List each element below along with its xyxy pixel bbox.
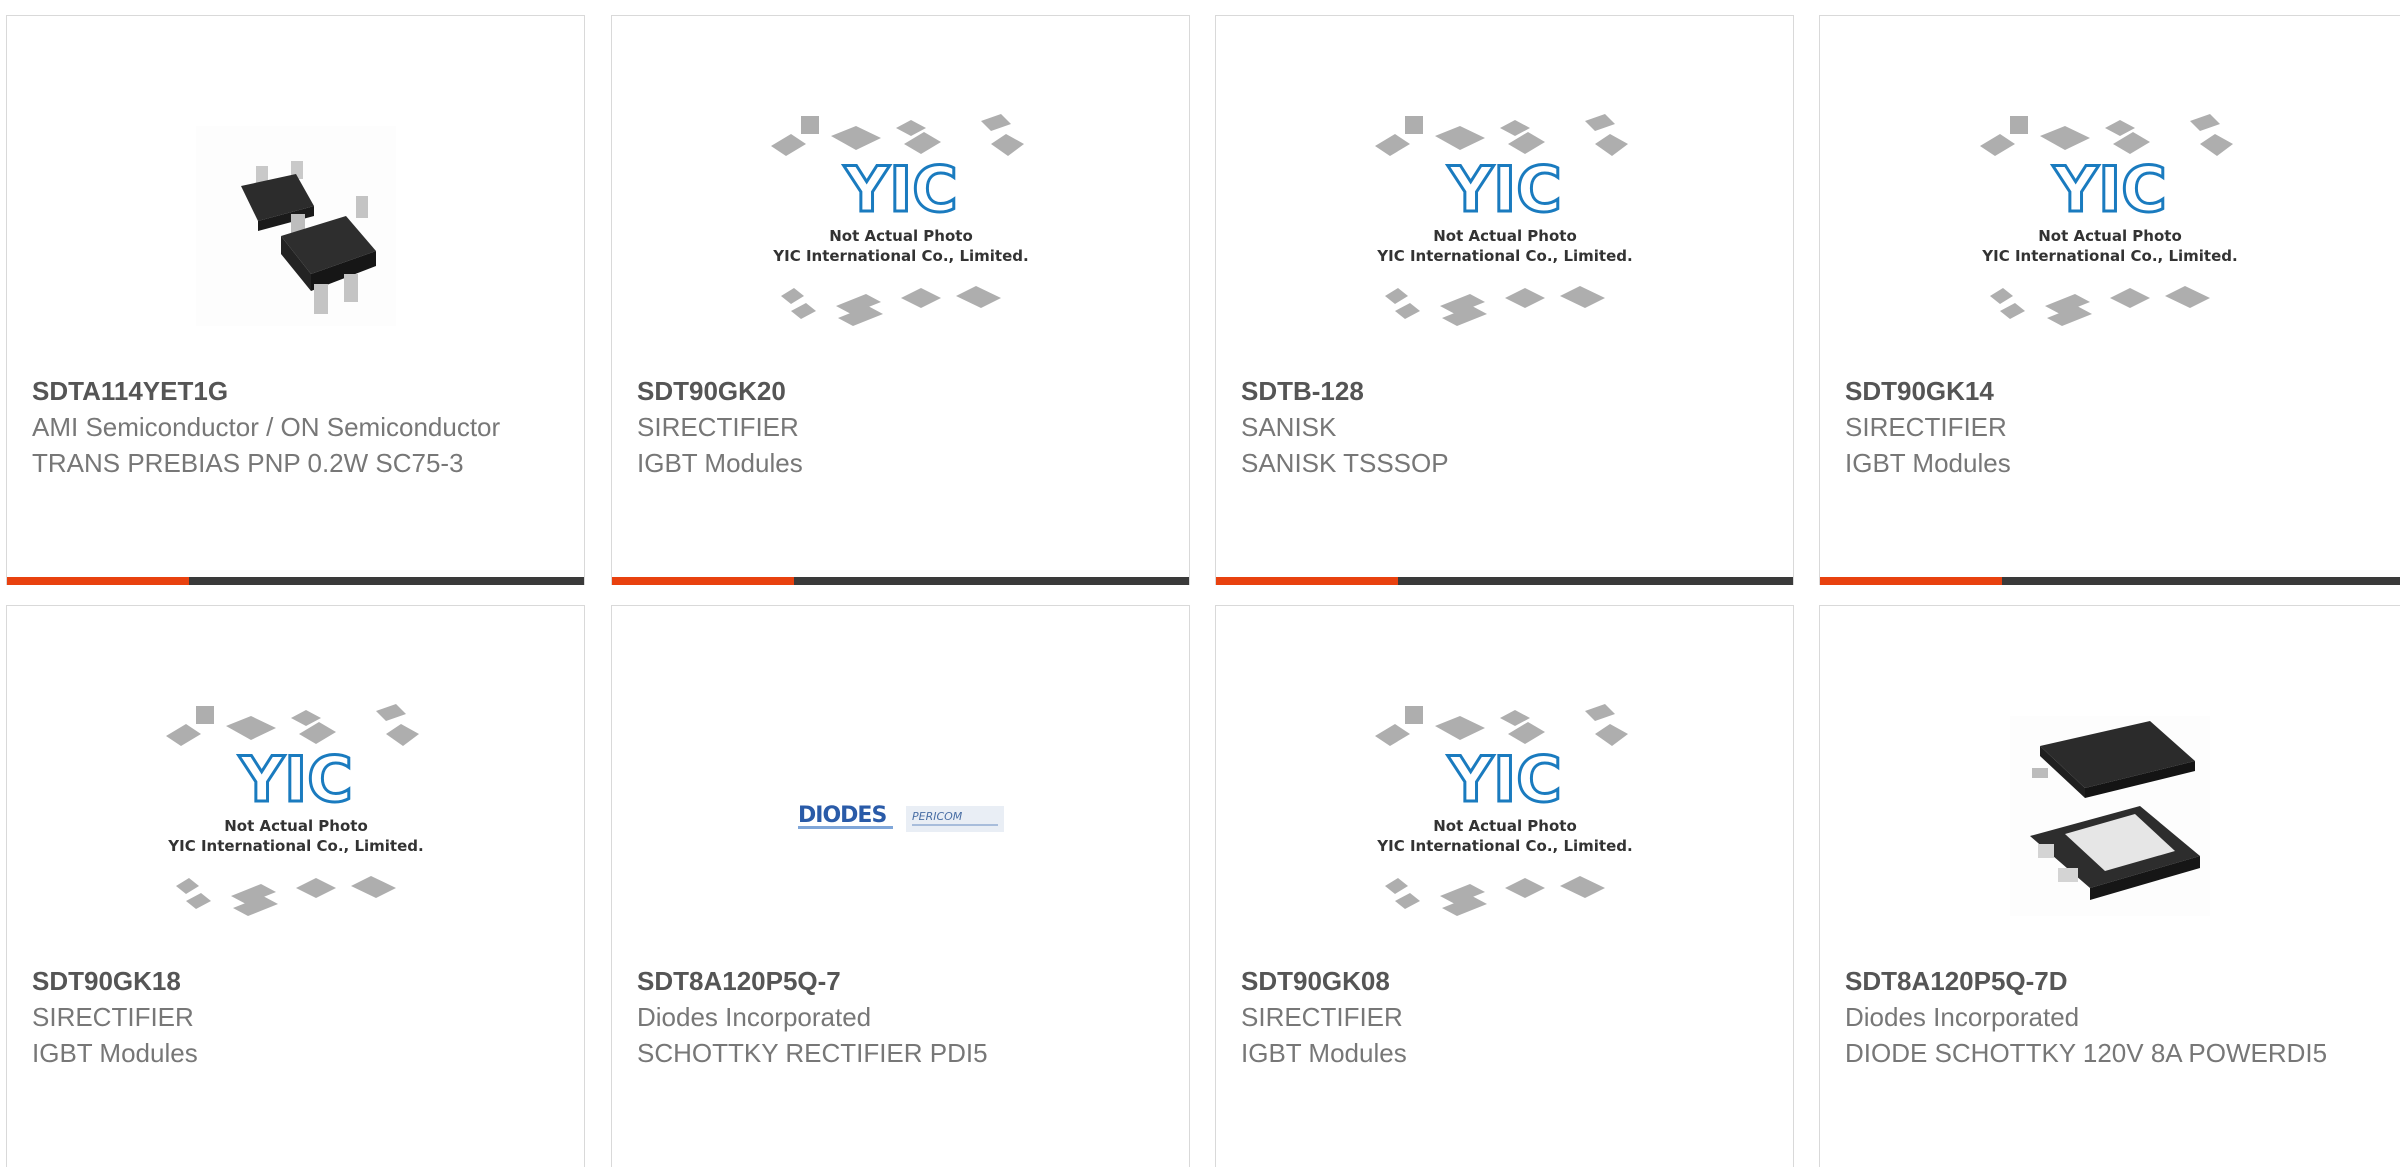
svg-text:YIC International Co., Limited: YIC International Co., Limited. [1981, 247, 2237, 265]
part-number-link[interactable]: SDT8A120P5Q-7D [1845, 963, 2375, 999]
yic-placeholder-photo: YIC Not Actual Photo YIC International C… [1980, 114, 2238, 326]
product-image: YIC Not Actual Photo YIC International C… [612, 86, 1189, 366]
product-card[interactable]: SDT8A120P5Q-7D Diodes Incorporated DIODE… [1819, 605, 2400, 1167]
product-card[interactable]: YIC Not Actual Photo YIC International C… [1215, 605, 1794, 1167]
sc75-package-photo [195, 126, 396, 326]
card-bottom-bar [7, 577, 584, 585]
manufacturer-text: Diodes Incorporated [1845, 1002, 2080, 1032]
yic-logo-icon: YIC [843, 153, 957, 226]
svg-text:PERICOM: PERICOM [912, 810, 963, 823]
yic-logo-icon: YIC [2052, 153, 2166, 226]
svg-text:Not Actual Photo: Not Actual Photo [1433, 227, 1577, 245]
product-info: SDT90GK08 SIRECTIFIER IGBT Modules [1241, 963, 1768, 1071]
product-card[interactable]: YIC Not Actual Photo YIC International C… [1215, 15, 1794, 585]
svg-text:YIC International Co., Limited: YIC International Co., Limited. [1376, 837, 1632, 855]
description-text: IGBT Modules [32, 1038, 198, 1068]
manufacturer-text: Diodes Incorporated [637, 1002, 872, 1032]
card-accent-bar [1216, 577, 1398, 585]
product-card[interactable]: YIC Not Actual Photo YIC International C… [1819, 15, 2400, 585]
powerdi5-package-photo [2010, 716, 2210, 916]
product-card[interactable]: YIC Not Actual Photo YIC International C… [6, 605, 585, 1167]
card-bottom-bar [612, 577, 1189, 585]
part-number-link[interactable]: SDT90GK18 [32, 963, 559, 999]
yic-logo-icon: YIC [238, 743, 352, 816]
product-image: YIC Not Actual Photo YIC International C… [1216, 86, 1793, 366]
description-text: IGBT Modules [1845, 448, 2011, 478]
manufacturer-text: SIRECTIFIER [1845, 412, 2007, 442]
svg-text:Not Actual Photo: Not Actual Photo [1433, 817, 1577, 835]
card-bottom-bar [1216, 577, 1793, 585]
product-info: SDTA114YET1G AMI Semiconductor / ON Semi… [32, 373, 559, 481]
card-accent-bar [612, 577, 794, 585]
product-card[interactable]: SDTA114YET1G AMI Semiconductor / ON Semi… [6, 15, 585, 585]
manufacturer-text: SIRECTIFIER [637, 412, 799, 442]
svg-text:Not Actual Photo: Not Actual Photo [2038, 227, 2182, 245]
product-image: YIC Not Actual Photo YIC International C… [1820, 86, 2400, 366]
yic-placeholder-photo: YIC Not Actual Photo YIC International C… [770, 114, 1028, 326]
product-image: DIODES PERICOM [612, 676, 1189, 956]
svg-text:DIODES: DIODES [798, 803, 886, 828]
part-number-link[interactable]: SDT90GK20 [637, 373, 1164, 409]
product-info: SDT90GK20 SIRECTIFIER IGBT Modules [637, 373, 1164, 481]
description-text: TRANS PREBIAS PNP 0.2W SC75-3 [32, 448, 464, 478]
part-number-link[interactable]: SDTA114YET1G [32, 373, 559, 409]
product-image [1820, 676, 2400, 956]
product-image: YIC Not Actual Photo YIC International C… [1216, 676, 1793, 956]
product-info: SDT90GK14 SIRECTIFIER IGBT Modules [1845, 373, 2375, 481]
svg-text:Not Actual Photo: Not Actual Photo [224, 817, 368, 835]
product-info: SDT8A120P5Q-7 Diodes Incorporated SCHOTT… [637, 963, 1164, 1071]
product-card[interactable]: YIC Not Actual Photo YIC International C… [611, 15, 1190, 585]
product-grid: SDTA114YET1G AMI Semiconductor / ON Semi… [0, 0, 2400, 1167]
part-number-link[interactable]: SDT8A120P5Q-7 [637, 963, 1164, 999]
yic-logo-icon: YIC [1447, 743, 1561, 816]
svg-text:YIC International Co., Limited: YIC International Co., Limited. [772, 247, 1028, 265]
card-bottom-bar [1820, 577, 2400, 585]
product-image: YIC Not Actual Photo YIC International C… [7, 676, 584, 956]
yic-placeholder-photo: YIC Not Actual Photo YIC International C… [1374, 704, 1632, 916]
card-accent-bar [7, 577, 189, 585]
product-card[interactable]: DIODES PERICOM SDT8A120P5Q-7 Diodes Inco… [611, 605, 1190, 1167]
yic-placeholder-photo: YIC Not Actual Photo YIC International C… [165, 704, 423, 916]
product-image [7, 86, 584, 366]
manufacturer-text: SANISK [1241, 412, 1337, 442]
product-info: SDTB-128 SANISK SANISK TSSSOP [1241, 373, 1768, 481]
card-accent-bar [1820, 577, 2002, 585]
part-number-link[interactable]: SDTB-128 [1241, 373, 1768, 409]
part-number-link[interactable]: SDT90GK08 [1241, 963, 1768, 999]
yic-placeholder-photo: YIC Not Actual Photo YIC International C… [1374, 114, 1632, 326]
description-text: SANISK TSSSOP [1241, 448, 1449, 478]
manufacturer-text: SIRECTIFIER [32, 1002, 194, 1032]
diodes-pericom-logo: DIODES PERICOM [797, 803, 1004, 832]
description-text: IGBT Modules [637, 448, 803, 478]
svg-text:YIC International Co., Limited: YIC International Co., Limited. [1376, 247, 1632, 265]
product-info: SDT8A120P5Q-7D Diodes Incorporated DIODE… [1845, 963, 2375, 1071]
description-text: SCHOTTKY RECTIFIER PDI5 [637, 1038, 988, 1068]
svg-text:YIC International Co., Limited: YIC International Co., Limited. [167, 837, 423, 855]
svg-text:Not Actual Photo: Not Actual Photo [829, 227, 973, 245]
yic-logo-icon: YIC [1447, 153, 1561, 226]
manufacturer-text: AMI Semiconductor / ON Semiconductor [32, 412, 501, 442]
part-number-link[interactable]: SDT90GK14 [1845, 373, 2375, 409]
description-text: DIODE SCHOTTKY 120V 8A POWERDI5 [1845, 1038, 2328, 1068]
manufacturer-text: SIRECTIFIER [1241, 1002, 1403, 1032]
product-info: SDT90GK18 SIRECTIFIER IGBT Modules [32, 963, 559, 1071]
description-text: IGBT Modules [1241, 1038, 1407, 1068]
